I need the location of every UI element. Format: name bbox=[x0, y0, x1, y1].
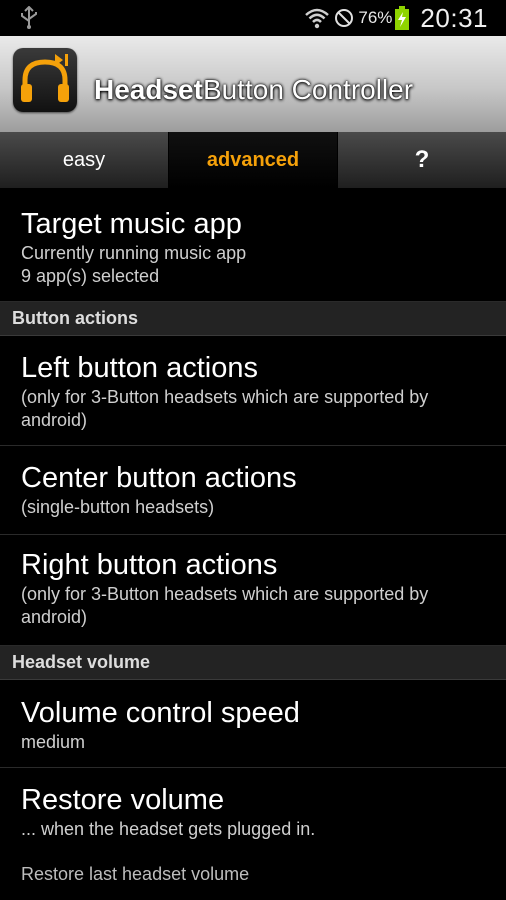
pref-title: Volume control speed bbox=[21, 697, 300, 729]
pref-restore-volume[interactable]: Restore volume ... when the headset gets… bbox=[0, 768, 506, 898]
app-title-rest: Button Controller bbox=[202, 74, 414, 105]
action-bar: HeadsetButton Controller bbox=[0, 36, 506, 132]
pref-left-button-actions[interactable]: Left button actions (only for 3-Button h… bbox=[0, 336, 506, 446]
category-headset-volume: Headset volume bbox=[0, 646, 506, 680]
pref-title: Restore volume bbox=[21, 784, 225, 816]
category-button-actions: Button actions bbox=[0, 302, 506, 336]
tab-bar: easy advanced ? bbox=[0, 132, 506, 188]
pref-title: Target music app bbox=[21, 208, 242, 240]
pref-title: Center button actions bbox=[21, 462, 297, 494]
pref-title: Left button actions bbox=[21, 352, 258, 384]
pref-summary: (only for 3-Button headsets which are su… bbox=[21, 584, 429, 627]
app-title: HeadsetButton Controller bbox=[94, 74, 413, 106]
pref-summary: Currently running music app bbox=[21, 243, 247, 263]
pref-center-button-actions[interactable]: Center button actions (single-button hea… bbox=[0, 446, 506, 535]
pref-volume-control-speed[interactable]: Volume control speed medium bbox=[0, 680, 506, 768]
tab-help[interactable]: ? bbox=[338, 132, 506, 188]
battery-percent: 76% bbox=[358, 8, 393, 27]
preference-list: Target music app Currently running music… bbox=[0, 188, 506, 898]
pref-summary: (single-button headsets) bbox=[21, 497, 215, 517]
pref-right-button-actions[interactable]: Right button actions (only for 3-Button … bbox=[0, 535, 506, 646]
status-bar: 76% 20:31 bbox=[0, 0, 506, 36]
pref-target-music-app[interactable]: Target music app Currently running music… bbox=[0, 188, 506, 302]
wifi-icon bbox=[305, 8, 330, 29]
pref-summary-count: 9 app(s) selected bbox=[21, 266, 160, 286]
usb-icon bbox=[21, 6, 37, 29]
do-not-disturb-icon bbox=[335, 9, 354, 27]
battery-charging-icon bbox=[395, 6, 410, 30]
pref-option: Restore last headset volume bbox=[21, 864, 250, 884]
pref-title: Right button actions bbox=[21, 549, 278, 581]
app-title-bold: Headset bbox=[94, 74, 203, 105]
pref-summary: medium bbox=[21, 732, 86, 752]
headphones-icon[interactable] bbox=[13, 48, 77, 112]
clock: 20:31 bbox=[420, 2, 488, 33]
tab-easy[interactable]: easy bbox=[0, 132, 169, 188]
pref-summary: (only for 3-Button headsets which are su… bbox=[21, 387, 429, 430]
tab-advanced[interactable]: advanced bbox=[169, 132, 338, 188]
pref-summary: ... when the headset gets plugged in. bbox=[21, 819, 316, 839]
